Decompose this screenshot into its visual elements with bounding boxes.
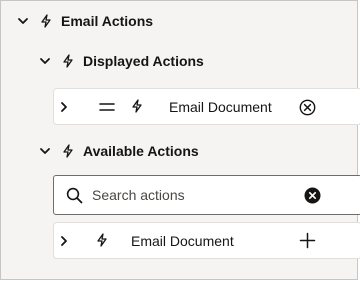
lightning-bolt-icon	[96, 233, 108, 247]
available-actions-header[interactable]: Available Actions	[37, 143, 199, 159]
chevron-down-icon[interactable]	[37, 143, 53, 159]
chevron-down-icon[interactable]	[37, 53, 53, 69]
lightning-bolt-icon	[61, 53, 75, 69]
chevron-right-icon[interactable]	[58, 100, 70, 114]
action-label: Email Document	[169, 99, 272, 115]
search-field[interactable]: Search actions	[53, 175, 360, 215]
plus-icon[interactable]	[299, 232, 316, 249]
search-icon	[66, 187, 83, 204]
email-actions-panel: Email Actions Displayed Actions Email Do…	[0, 0, 360, 280]
displayed-actions-header[interactable]: Displayed Actions	[37, 53, 204, 69]
chevron-down-icon[interactable]	[15, 13, 31, 29]
remove-circle-icon[interactable]	[299, 99, 316, 116]
lightning-bolt-icon	[61, 143, 75, 159]
displayed-action-item[interactable]: Email Document	[53, 88, 360, 125]
action-label: Email Document	[131, 233, 234, 249]
lightning-bolt-icon	[39, 13, 53, 29]
clear-icon[interactable]	[304, 187, 321, 204]
email-actions-header[interactable]: Email Actions	[15, 13, 153, 29]
available-action-item[interactable]: Email Document	[53, 222, 360, 259]
chevron-right-icon[interactable]	[58, 234, 70, 248]
available-actions-title: Available Actions	[83, 143, 199, 159]
displayed-actions-title: Displayed Actions	[83, 53, 204, 69]
section-title: Email Actions	[61, 13, 154, 29]
search-input[interactable]: Search actions	[92, 187, 185, 203]
drag-handle-icon[interactable]	[99, 102, 115, 112]
lightning-bolt-icon	[131, 99, 143, 113]
